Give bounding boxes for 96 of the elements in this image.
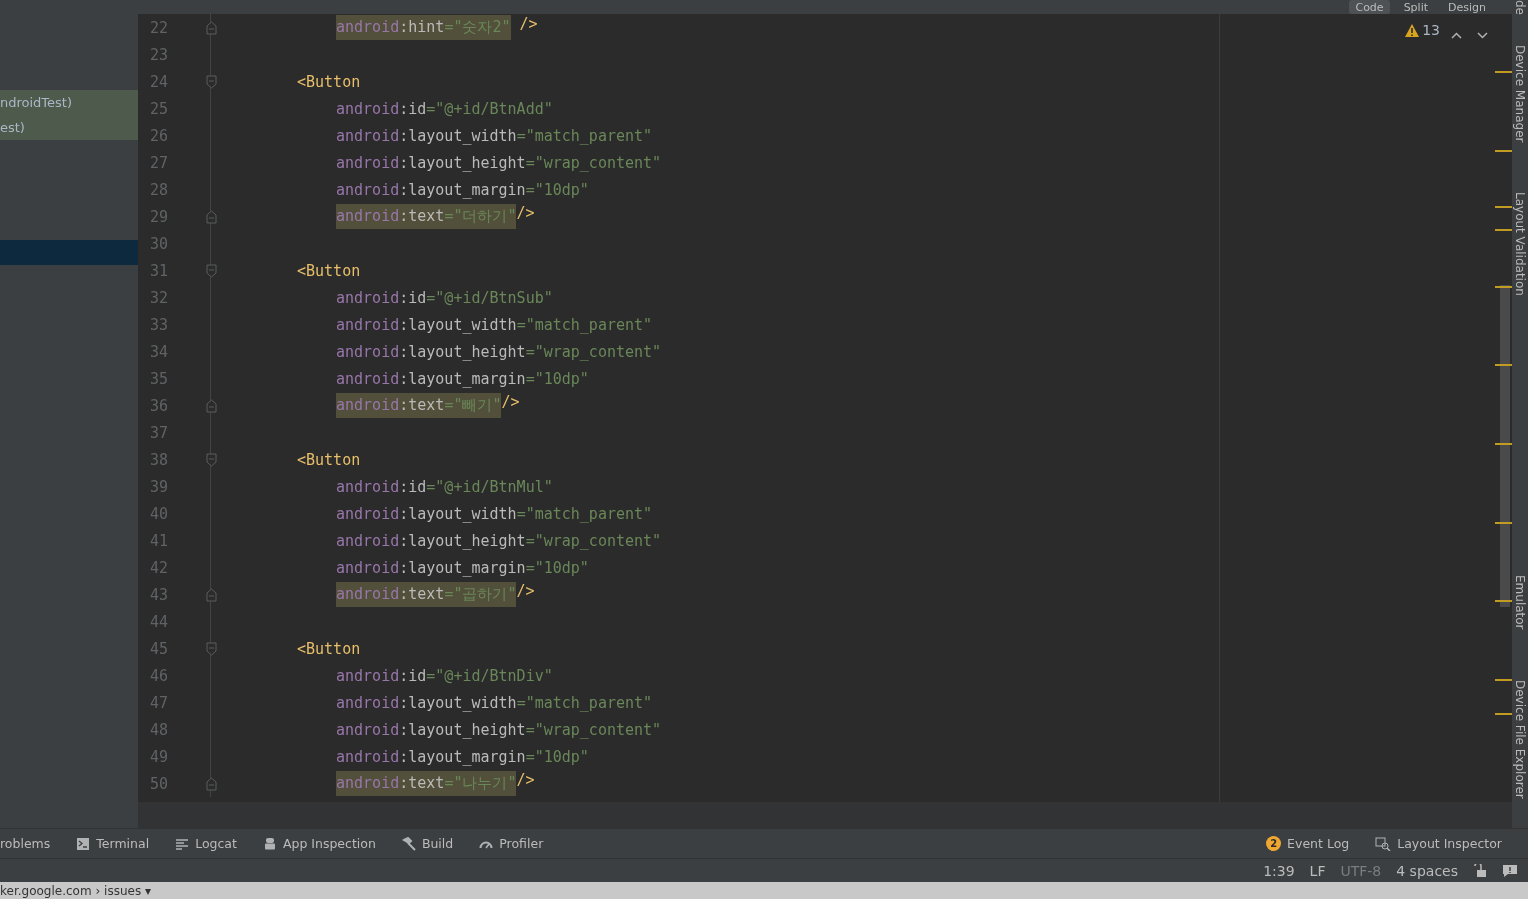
caret-position[interactable]: 1:39: [1263, 862, 1295, 879]
tool-window-tab[interactable]: 2 Event Log: [1266, 836, 1350, 852]
code-attribute: android:layout_margin="10dp": [336, 179, 589, 201]
line-number: 50: [148, 774, 170, 793]
tool-window-tab[interactable]: Layout Inspector: [1375, 836, 1502, 852]
code-attribute: android:layout_width="match_parent": [336, 125, 653, 147]
line-number: 44: [148, 612, 170, 631]
code-attribute: android:layout_height="wrap_content": [336, 152, 662, 174]
line-number: 46: [148, 666, 170, 685]
hammer-icon: [401, 836, 416, 851]
message-icon[interactable]: [1502, 863, 1518, 878]
line-number: 34: [148, 342, 170, 361]
lock-icon[interactable]: [1473, 863, 1487, 878]
side-tool-tab[interactable]: de: [1513, 0, 1527, 15]
line-number: 33: [148, 315, 170, 334]
warning-icon: [1405, 23, 1420, 37]
line-number: 38: [148, 450, 170, 469]
line-number: 43: [148, 585, 170, 604]
line-number: 22: [148, 18, 170, 37]
line-number: 30: [148, 234, 170, 253]
code-attribute: android:id="@+id/BtnSub": [336, 287, 553, 309]
code-tag: <Button: [297, 639, 361, 658]
line-number: 36: [148, 396, 170, 415]
fold-icon[interactable]: [205, 74, 217, 89]
line-number: 37: [148, 423, 170, 442]
fold-icon[interactable]: [205, 587, 217, 602]
line-number: 25: [148, 99, 170, 118]
tree-row[interactable]: [0, 240, 138, 265]
tree-row[interactable]: est): [0, 115, 138, 140]
line-number: 24: [148, 72, 170, 91]
side-tool-tab[interactable]: Layout Validation: [1513, 192, 1527, 296]
url-text[interactable]: ker.google.com › issues ▾: [0, 883, 151, 898]
line-number: 35: [148, 369, 170, 388]
side-tool-tab[interactable]: Emulator: [1513, 575, 1527, 630]
side-tool-tab[interactable]: Device Manager: [1513, 45, 1527, 143]
line-number: 26: [148, 126, 170, 145]
fold-icon[interactable]: [205, 452, 217, 467]
code-attribute: android:layout_width="match_parent": [336, 503, 653, 525]
side-tool-tab[interactable]: Device File Explorer: [1513, 680, 1527, 799]
code-attribute: android:layout_height="wrap_content": [336, 530, 662, 552]
fold-icon[interactable]: [205, 641, 217, 656]
code-tag-end: />: [518, 15, 538, 35]
line-number: 29: [148, 207, 170, 226]
line-number: 49: [148, 747, 170, 766]
code-attribute: android:id="@+id/BtnAdd": [336, 98, 553, 120]
line-number: 28: [148, 180, 170, 199]
tool-window-tab[interactable]: Logcat: [175, 836, 237, 852]
view-mode-tab[interactable]: Design: [1442, 0, 1492, 14]
tool-window-tab[interactable]: Terminal: [76, 836, 150, 852]
list-icon: [175, 836, 190, 851]
count-badge: 2: [1266, 836, 1282, 852]
line-number: 45: [148, 639, 170, 658]
indent-setting[interactable]: 4 spaces: [1396, 862, 1458, 879]
code-attribute: android:layout_width="match_parent": [336, 314, 653, 336]
warning-count[interactable]: 13: [1405, 22, 1440, 38]
code-attribute: android:layout_height="wrap_content": [336, 341, 662, 363]
tool-window-tab[interactable]: roblems: [0, 836, 51, 852]
fold-icon[interactable]: [205, 776, 217, 791]
code-attribute: android:layout_margin="10dp": [336, 746, 589, 768]
tool-window-tab[interactable]: App Inspection: [262, 836, 376, 852]
code-tag: <Button: [297, 72, 361, 91]
view-mode-tab[interactable]: Split: [1397, 0, 1434, 14]
fold-icon[interactable]: [205, 263, 217, 278]
line-number: 31: [148, 261, 170, 280]
line-separator[interactable]: LF: [1309, 862, 1326, 879]
line-number: 39: [148, 477, 170, 496]
line-number: 41: [148, 531, 170, 550]
tool-window-tab[interactable]: Build: [401, 836, 454, 852]
terminal-icon: [76, 836, 91, 851]
code-attribute: android:id="@+id/BtnDiv": [336, 665, 553, 687]
code-attribute: android:layout_margin="10dp": [336, 368, 589, 390]
code-attribute: android:id="@+id/BtnMul": [336, 476, 553, 498]
line-number: 42: [148, 558, 170, 577]
code-tag: <Button: [297, 261, 361, 280]
line-number: 47: [148, 693, 170, 712]
view-mode-tab[interactable]: Code: [1349, 0, 1390, 14]
line-number: 40: [148, 504, 170, 523]
fold-icon[interactable]: [205, 398, 217, 413]
robot-icon: [262, 836, 277, 851]
code-attribute: android:layout_width="match_parent": [336, 692, 653, 714]
code-tag-end: />: [516, 582, 535, 602]
code-tag-end: />: [516, 771, 535, 791]
code-attribute: android:layout_margin="10dp": [336, 557, 589, 579]
code-attribute: android:layout_height="wrap_content": [336, 719, 662, 741]
tree-row[interactable]: ndroidTest): [0, 90, 138, 115]
line-number: 23: [148, 45, 170, 64]
tool-window-tab[interactable]: Profiler: [479, 836, 544, 852]
code-tag-end: />: [501, 393, 520, 413]
inspector-icon: [1375, 836, 1392, 851]
code-tag: <Button: [297, 450, 361, 469]
fold-icon[interactable]: [205, 209, 217, 224]
line-number: 48: [148, 720, 170, 739]
line-number: 27: [148, 153, 170, 172]
code-tag-end: />: [516, 204, 535, 224]
line-number: 32: [148, 288, 170, 307]
fold-icon[interactable]: [205, 20, 217, 35]
